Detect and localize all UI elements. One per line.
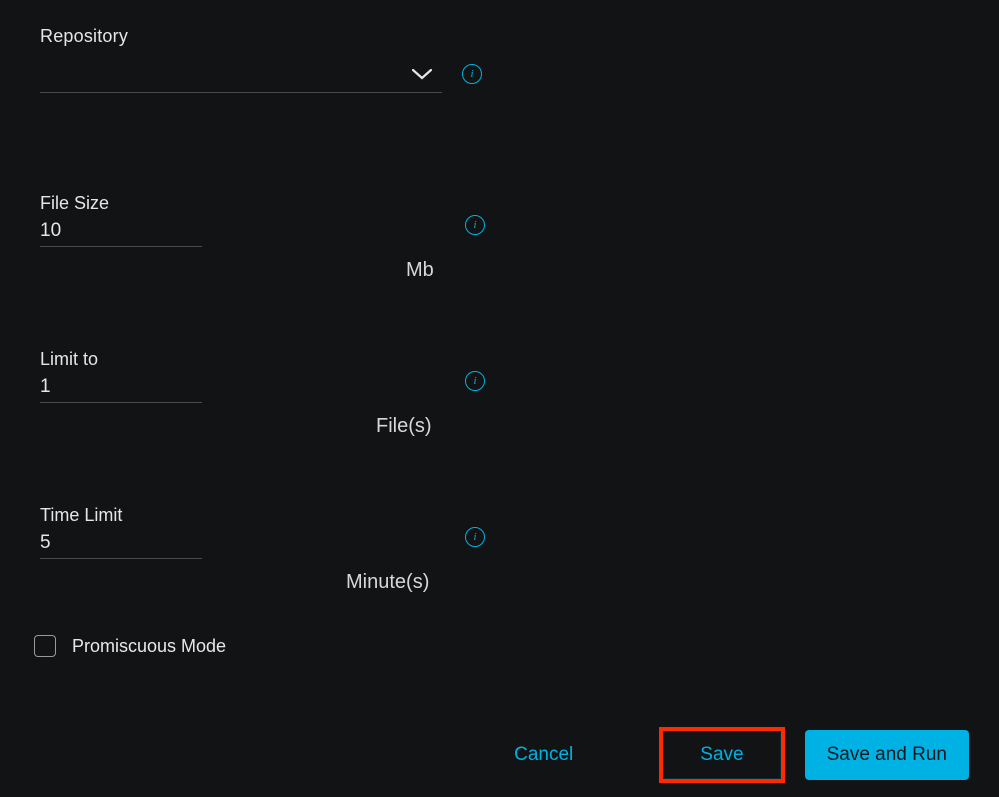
time-limit-input[interactable] <box>40 530 202 559</box>
promiscuous-mode-row: Promiscuous Mode <box>34 635 965 657</box>
dialog-footer: Cancel Save Save and Run <box>502 727 969 783</box>
repository-field: Repository i <box>40 26 965 93</box>
cancel-button[interactable]: Cancel <box>502 734 585 776</box>
limit-to-unit: File(s) <box>376 415 432 438</box>
file-size-label: File Size <box>40 193 965 214</box>
repository-select[interactable] <box>40 55 442 93</box>
chevron-down-icon <box>410 67 434 81</box>
save-button-highlight: Save <box>659 727 784 783</box>
time-limit-field: Time Limit i Minute(s) <box>40 505 965 595</box>
time-limit-unit: Minute(s) <box>346 571 429 594</box>
time-limit-label: Time Limit <box>40 505 965 526</box>
save-and-run-button[interactable]: Save and Run <box>805 730 969 780</box>
file-size-input[interactable] <box>40 218 202 247</box>
save-button[interactable]: Save <box>663 731 780 779</box>
file-size-info-icon[interactable]: i <box>465 215 485 235</box>
limit-to-input[interactable] <box>40 374 202 403</box>
repository-label: Repository <box>40 26 965 47</box>
time-limit-info-icon[interactable]: i <box>465 527 485 547</box>
promiscuous-mode-label: Promiscuous Mode <box>72 636 226 657</box>
limit-to-info-icon[interactable]: i <box>465 371 485 391</box>
limit-to-field: Limit to i File(s) <box>40 349 965 439</box>
limit-to-label: Limit to <box>40 349 965 370</box>
repository-info-icon[interactable]: i <box>462 64 482 84</box>
file-size-field: File Size i Mb <box>40 193 965 283</box>
file-size-unit: Mb <box>406 259 434 282</box>
promiscuous-mode-checkbox[interactable] <box>34 635 56 657</box>
